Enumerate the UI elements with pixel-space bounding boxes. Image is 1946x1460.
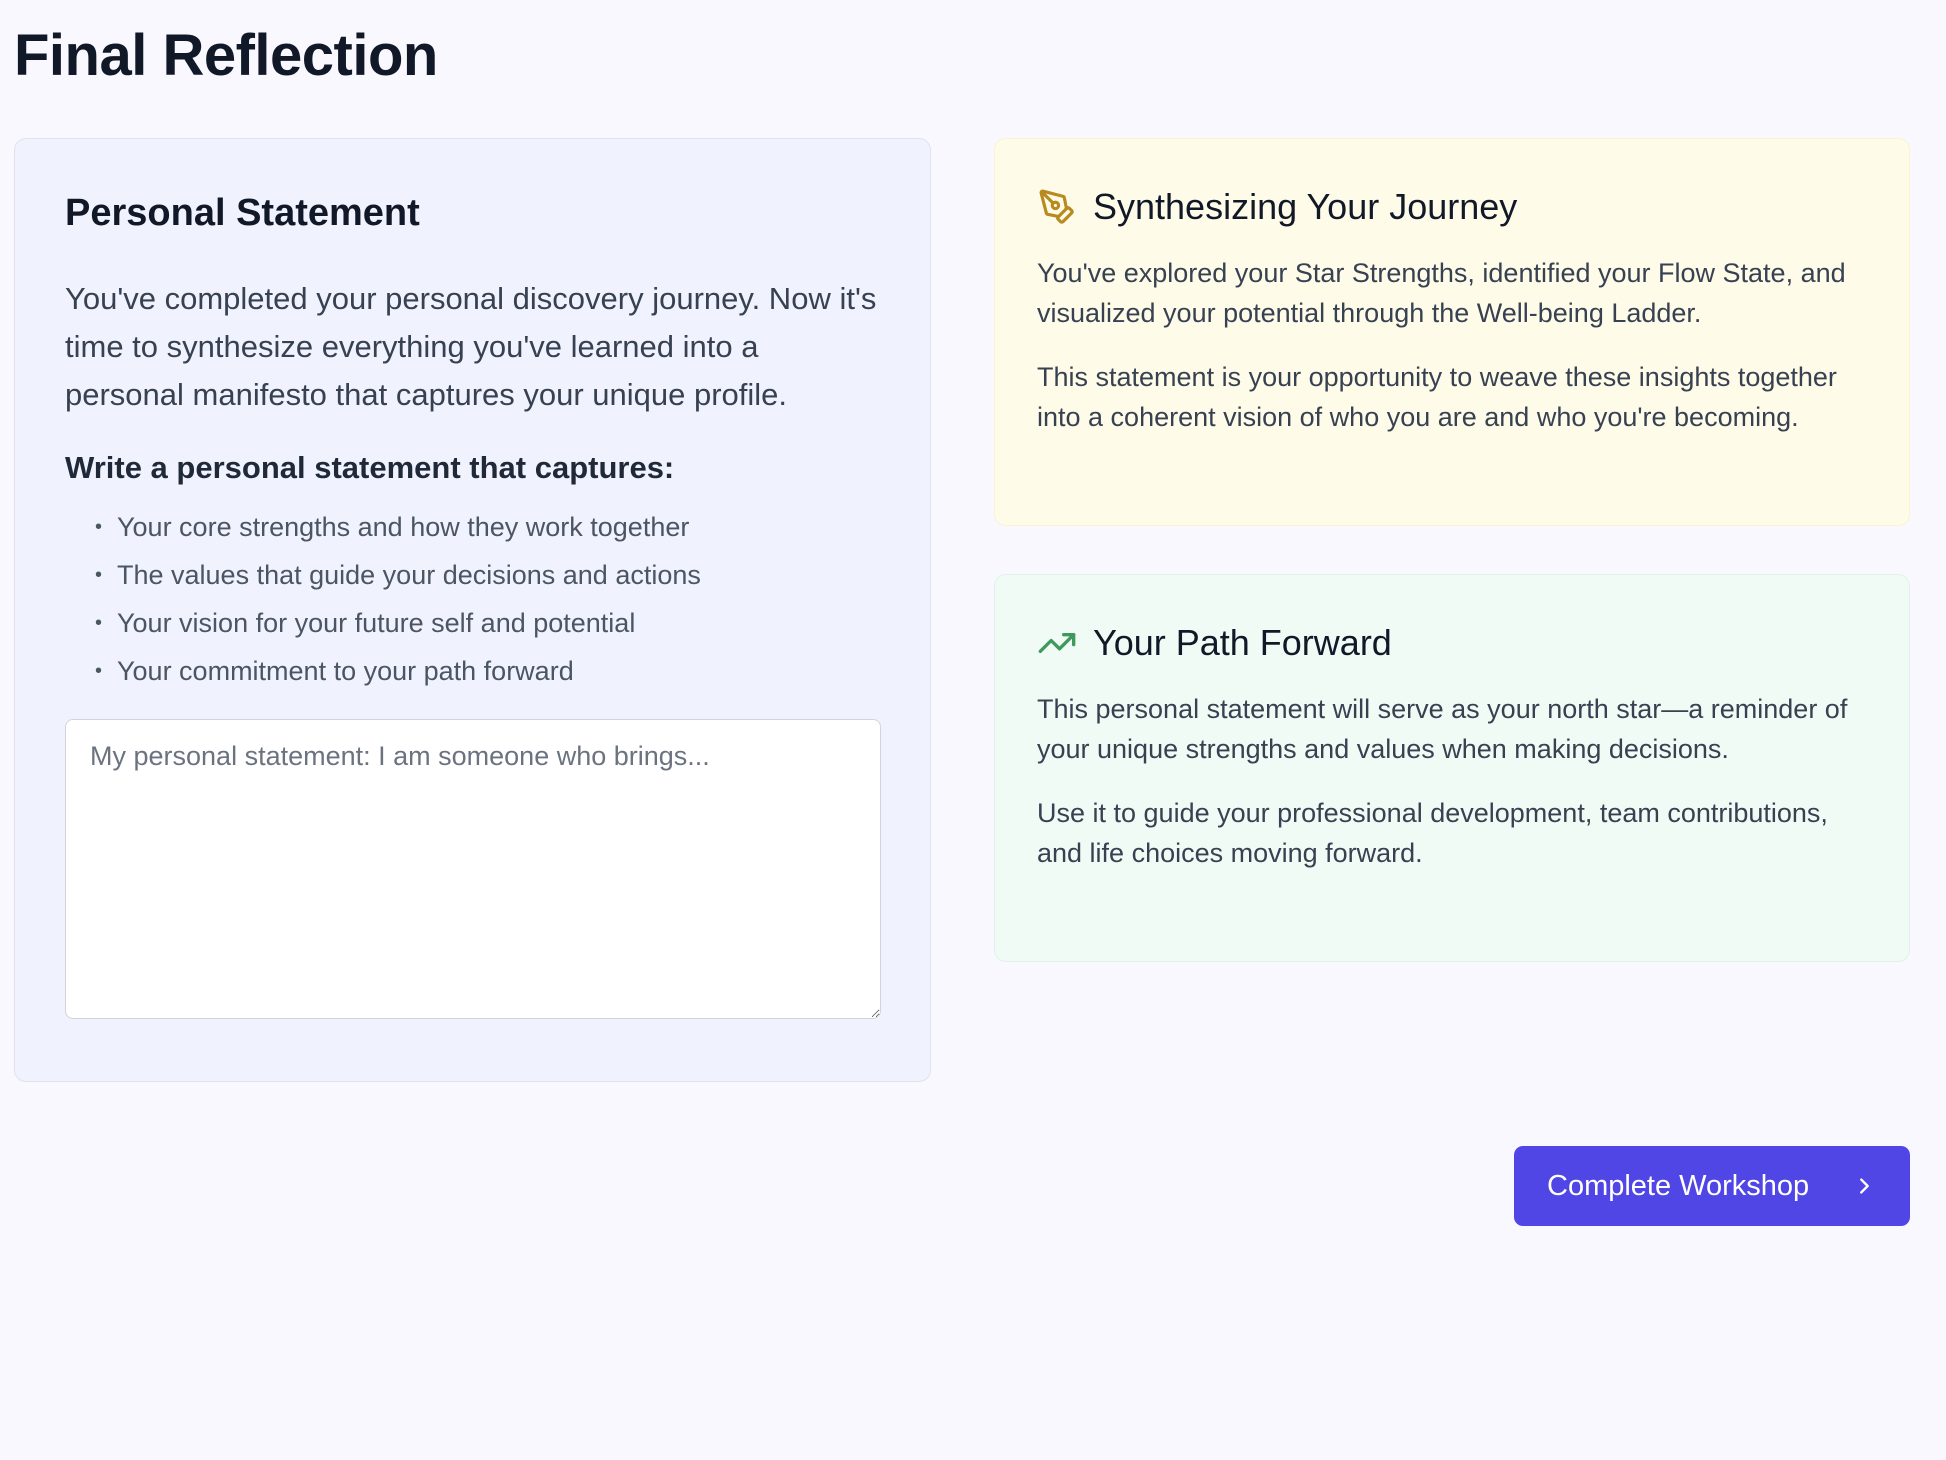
statement-prompt-heading: Write a personal statement that captures… (65, 450, 675, 485)
content-columns: Personal Statement You've completed your… (14, 138, 1910, 1082)
personal-statement-card: Personal Statement You've completed your… (14, 138, 931, 1082)
path-forward-paragraph: This personal statement will serve as yo… (1037, 694, 1848, 764)
list-item: Your core strengths and how they work to… (95, 503, 880, 551)
info-column: Synthesizing Your Journey You've explore… (994, 138, 1910, 962)
list-item: Your vision for your future self and pot… (95, 599, 880, 647)
synthesizing-journey-title: Synthesizing Your Journey (1093, 186, 1518, 227)
path-forward-header: Your Path Forward (1037, 619, 1869, 667)
personal-statement-input[interactable] (65, 719, 881, 1019)
synthesizing-journey-paragraph: You've explored your Star Strengths, ide… (1037, 258, 1846, 328)
chevron-right-icon (1852, 1174, 1876, 1198)
pen-tool-icon (1037, 187, 1077, 227)
path-forward-title: Your Path Forward (1093, 622, 1392, 663)
synthesizing-journey-header: Synthesizing Your Journey (1037, 183, 1869, 231)
path-forward-card: Your Path Forward This personal statemen… (994, 574, 1910, 962)
path-forward-paragraph: Use it to guide your professional develo… (1037, 798, 1828, 868)
complete-workshop-label: Complete Workshop (1547, 1169, 1810, 1202)
personal-statement-heading: Personal Statement (65, 192, 420, 234)
page-title: Final Reflection (14, 23, 438, 88)
statement-prompt-list: Your core strengths and how they work to… (65, 503, 880, 695)
list-item: The values that guide your decisions and… (95, 551, 880, 599)
final-reflection-page: Final Reflection Personal Statement You'… (0, 0, 1946, 1460)
trending-up-icon (1037, 623, 1077, 663)
personal-statement-intro: You've completed your personal discovery… (65, 281, 877, 412)
synthesizing-journey-card: Synthesizing Your Journey You've explore… (994, 138, 1910, 526)
list-item: Your commitment to your path forward (95, 647, 880, 695)
synthesizing-journey-paragraph: This statement is your opportunity to we… (1037, 362, 1837, 432)
complete-workshop-button[interactable]: Complete Workshop (1514, 1146, 1910, 1226)
